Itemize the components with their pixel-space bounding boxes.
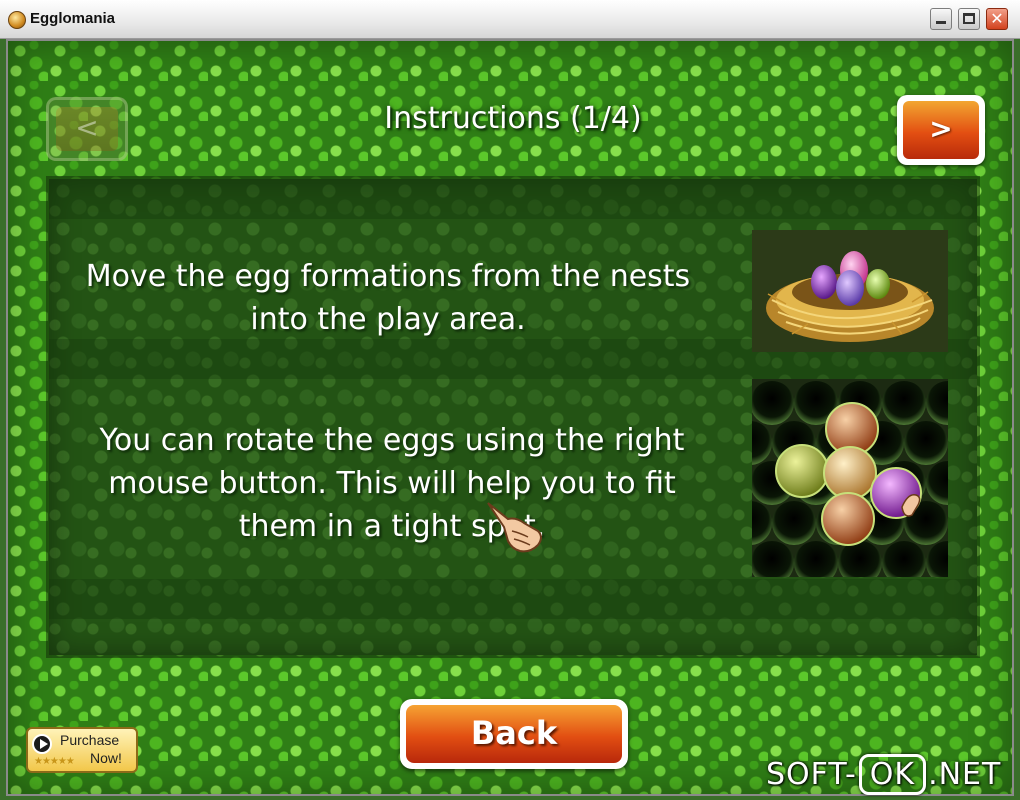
play-icon <box>32 734 52 754</box>
purchase-label: Purchase <box>60 732 120 748</box>
previous-arrow-label: < <box>56 107 118 151</box>
instruction-text-1: Move the egg formations from the nests i… <box>85 259 691 337</box>
watermark-right: .NET <box>928 757 1002 792</box>
rating-stars: ★★★★★ <box>34 756 75 767</box>
window-title: Egglomania <box>30 10 116 27</box>
panel-band <box>49 579 977 619</box>
next-page-button[interactable]: > <box>897 95 985 165</box>
maximize-icon <box>963 13 975 24</box>
back-button[interactable]: Back <box>400 699 628 769</box>
instruction-text-2: You can rotate the eggs using the right … <box>99 423 685 544</box>
previous-page-button[interactable]: < <box>46 97 128 161</box>
minimize-button[interactable] <box>930 8 952 30</box>
close-button[interactable]: ✕ <box>986 8 1008 30</box>
panel-band <box>49 179 977 219</box>
purchase-now-label: Now! <box>90 750 122 766</box>
app-egg-icon <box>8 11 26 29</box>
watermark-left: SOFT- <box>766 757 857 792</box>
window-titlebar[interactable]: Egglomania ✕ <box>0 0 1020 39</box>
minimize-icon <box>936 21 946 24</box>
back-button-label: Back <box>406 705 622 763</box>
maximize-button[interactable] <box>958 8 980 30</box>
site-watermark: SOFT- OK .NET <box>766 754 1001 795</box>
watermark-ok: OK <box>858 754 927 795</box>
game-viewport: < Instructions (1/4) > Move the egg form… <box>6 39 1014 796</box>
instructions-heading: Instructions (1/4) <box>384 101 642 136</box>
egg-grid-image <box>752 379 948 577</box>
pointing-hand-cursor-icon <box>484 497 548 557</box>
purchase-now-button[interactable]: Purchase Now! ★★★★★ <box>26 727 138 773</box>
nest-with-eggs-image <box>752 230 948 352</box>
next-arrow-label: > <box>903 101 979 159</box>
close-icon: ✕ <box>990 9 1004 28</box>
